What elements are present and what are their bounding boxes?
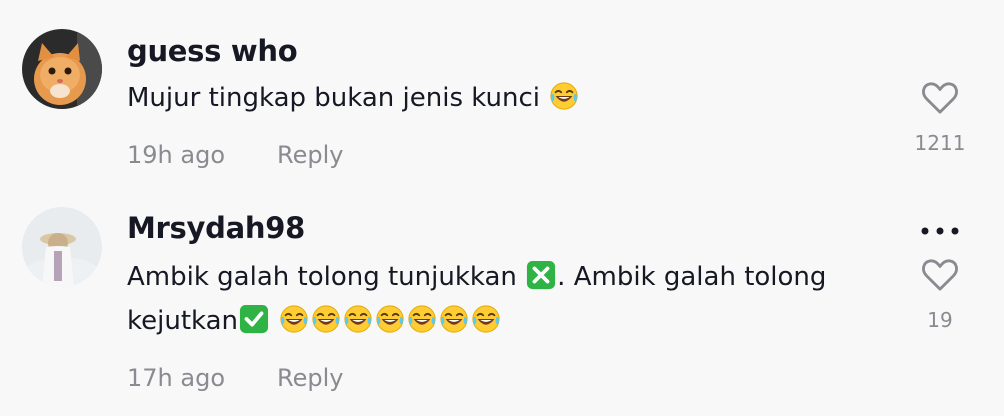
check-mark-button-emoji xyxy=(239,304,269,334)
comment-text: Mujur tingkap bukan jenis kunci xyxy=(127,76,580,120)
face-with-tears-of-joy-emoji xyxy=(439,304,469,334)
comment-meta: 19h ago Reply xyxy=(127,141,343,169)
face-with-tears-of-joy-emoji xyxy=(311,304,341,334)
face-with-tears-of-joy-emoji xyxy=(471,304,501,334)
face-with-tears-of-joy-emoji xyxy=(343,304,373,334)
heart-outline-icon[interactable] xyxy=(914,258,966,292)
face-with-tears-of-joy-emoji xyxy=(549,81,579,111)
reply-button[interactable]: Reply xyxy=(277,141,343,169)
comment-text-line-1: Ambik galah tolong tunjukkan . Ambik gal… xyxy=(127,255,826,299)
timestamp: 17h ago xyxy=(127,364,226,392)
face-with-tears-of-joy-emoji xyxy=(375,304,405,334)
like-count: 1211 xyxy=(914,131,966,155)
comment-text-line-2: kejutkan xyxy=(127,299,502,343)
cat-avatar[interactable] xyxy=(22,29,102,109)
person-hat-avatar[interactable] xyxy=(22,207,102,287)
comment-text-segment: . Ambik galah tolong xyxy=(557,262,827,292)
comment-username[interactable]: Mrsydah98 xyxy=(127,211,305,245)
cross-mark-button-emoji xyxy=(526,260,556,290)
face-with-tears-of-joy-emoji xyxy=(279,304,309,334)
like-button[interactable]: 19 xyxy=(914,258,966,332)
like-button[interactable]: 1211 xyxy=(914,81,966,155)
comment-text-content: Mujur tingkap bukan jenis kunci xyxy=(127,83,540,113)
heart-outline-icon[interactable] xyxy=(914,81,966,115)
comment-meta: 17h ago Reply xyxy=(127,364,343,392)
comment-username[interactable]: guess who xyxy=(127,34,298,68)
face-with-tears-of-joy-emoji xyxy=(407,304,437,334)
reply-button[interactable]: Reply xyxy=(277,364,343,392)
timestamp: 19h ago xyxy=(127,141,226,169)
more-options-icon[interactable] xyxy=(918,221,962,241)
comment-text-segment: Ambik galah tolong tunjukkan xyxy=(127,262,517,292)
like-count: 19 xyxy=(927,308,953,332)
comment-text-segment: kejutkan xyxy=(127,306,239,336)
